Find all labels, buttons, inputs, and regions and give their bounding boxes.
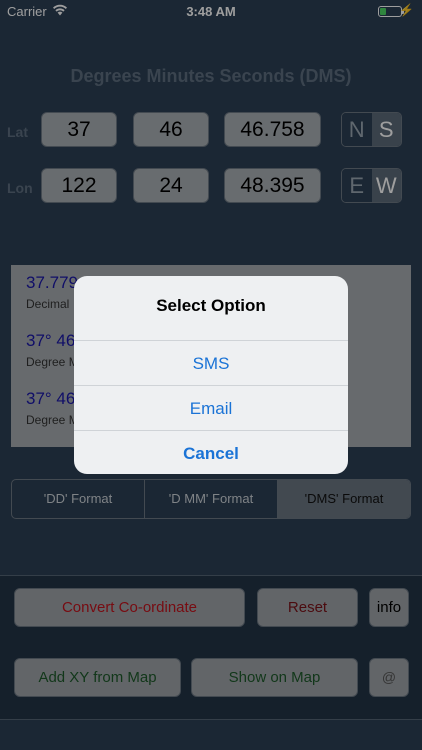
sms-option[interactable]: SMS xyxy=(74,340,348,385)
dialog-title: Select Option xyxy=(156,296,266,315)
select-option-dialog: Select Option SMS Email Cancel xyxy=(74,276,348,474)
email-option[interactable]: Email xyxy=(74,385,348,430)
cancel-option[interactable]: Cancel xyxy=(74,430,348,474)
